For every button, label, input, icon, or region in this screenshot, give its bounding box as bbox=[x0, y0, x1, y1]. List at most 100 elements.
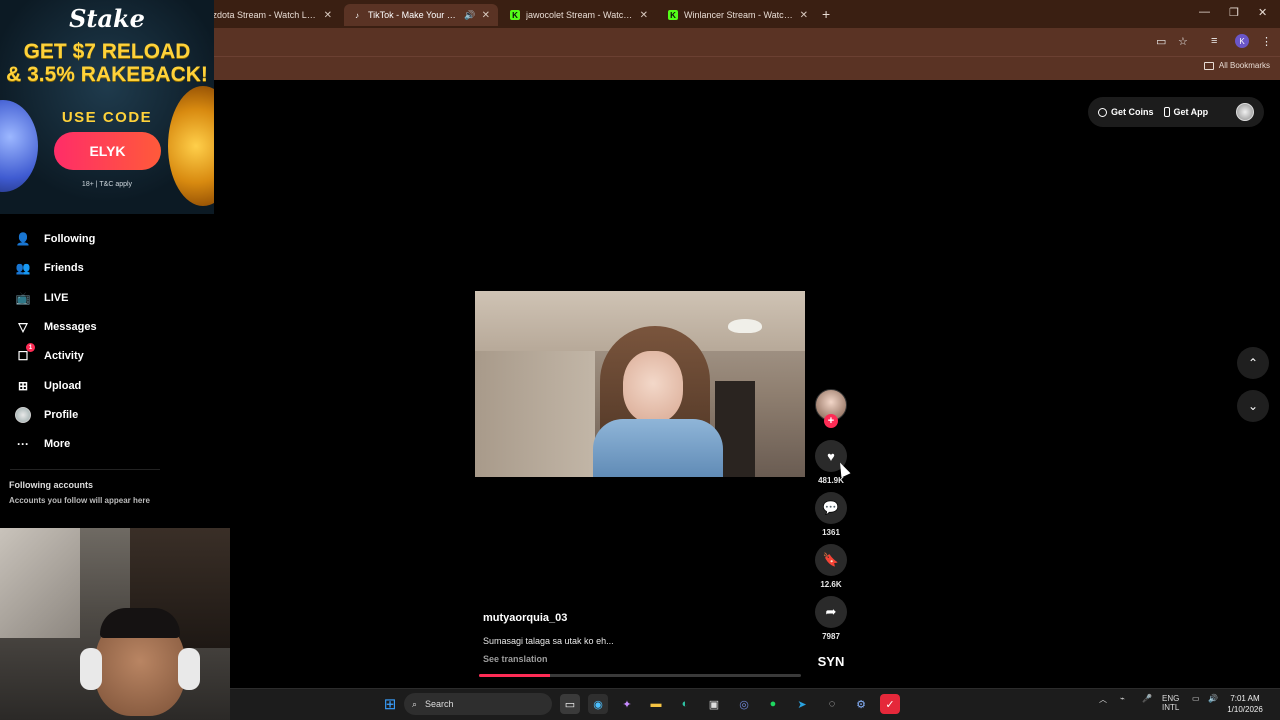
tab-title: kzdota Stream - Watch Live o bbox=[208, 10, 318, 20]
next-video-button[interactable]: ⌄ bbox=[1237, 390, 1269, 422]
sidebar-divider bbox=[10, 469, 160, 470]
video-player[interactable] bbox=[475, 291, 805, 477]
share-icon: ➦ bbox=[825, 604, 837, 619]
bookmark-icon: 🔖 bbox=[822, 552, 840, 567]
spotify-icon[interactable]: ● bbox=[763, 694, 783, 714]
follow-plus-icon[interactable]: + bbox=[824, 414, 838, 428]
language-indicator[interactable]: ENG INTL bbox=[1162, 694, 1179, 712]
volume-icon[interactable]: 🔊 bbox=[1208, 694, 1218, 703]
close-window-button[interactable]: ✕ bbox=[1258, 6, 1267, 19]
webcam-background bbox=[0, 528, 80, 638]
comment-button[interactable]: 💬 bbox=[815, 492, 847, 524]
close-icon[interactable]: ✕ bbox=[482, 10, 490, 21]
headphones bbox=[80, 648, 102, 690]
mic-icon[interactable]: 🎤 bbox=[1142, 694, 1152, 703]
headphones bbox=[178, 648, 200, 690]
tiktok-top-actions: Get Coins Get App bbox=[1088, 97, 1264, 127]
get-app-button[interactable]: Get App bbox=[1163, 107, 1209, 117]
tab-kzdota[interactable]: kzdota Stream - Watch Live o ✕ bbox=[200, 4, 340, 26]
discord-icon[interactable]: ◎ bbox=[734, 694, 754, 714]
tab-tiktok[interactable]: ♪ TikTok - Make Your Day 🔊 ✕ bbox=[344, 4, 498, 26]
live-icon: 📺 bbox=[15, 291, 31, 305]
all-bookmarks-button[interactable]: All Bookmarks bbox=[1203, 61, 1270, 70]
video-caption: Sumasagi talaga sa utak ko eh... bbox=[483, 636, 614, 646]
profile-avatar[interactable]: K bbox=[1235, 34, 1249, 48]
windows-start-icon[interactable]: ⊞ bbox=[380, 694, 400, 714]
task-view-icon[interactable]: ▭ bbox=[560, 694, 580, 714]
sidebar-item-label: More bbox=[44, 438, 71, 450]
video-progress-bar[interactable] bbox=[479, 674, 801, 677]
speaker-icon[interactable]: 🔊 bbox=[464, 10, 475, 21]
get-app-label: Get App bbox=[1173, 107, 1209, 117]
sidebar-item-label: Profile bbox=[44, 409, 79, 421]
comment-icon: 💬 bbox=[822, 500, 840, 515]
ad-use-code-label: USE CODE bbox=[61, 109, 153, 126]
search-label: Search bbox=[425, 699, 454, 709]
previous-video-button[interactable]: ⌃ bbox=[1237, 347, 1269, 379]
new-tab-button[interactable]: + bbox=[822, 6, 830, 22]
copilot-icon[interactable]: ✦ bbox=[617, 694, 637, 714]
close-icon[interactable]: ✕ bbox=[640, 10, 648, 21]
chevron-down-icon: ⌄ bbox=[1247, 399, 1259, 413]
screen: kzdota Stream - Watch Live o ✕ ♪ TikTok … bbox=[0, 0, 1280, 720]
tab-title: TikTok - Make Your Day bbox=[368, 10, 459, 20]
edge-icon[interactable]: ◐ bbox=[675, 694, 695, 714]
cast-icon[interactable]: ▭ bbox=[1156, 35, 1166, 48]
tab-jawocolet[interactable]: K jawocolet Stream - Watch Live o ✕ bbox=[502, 4, 656, 26]
display-icon[interactable]: ▭ bbox=[1192, 694, 1200, 703]
sidebar-item-label: Activity bbox=[44, 350, 84, 362]
save-button[interactable]: 🔖 bbox=[815, 544, 847, 576]
video-subject bbox=[623, 351, 683, 423]
bookmark-star-icon[interactable]: ☆ bbox=[1178, 35, 1188, 48]
sidebar-item-upload[interactable]: ⊞ Upload bbox=[14, 375, 81, 397]
close-icon[interactable]: ✕ bbox=[324, 10, 332, 21]
ad-code-button: ELYK bbox=[54, 132, 161, 170]
menu-kebab-icon[interactable]: ⋮ bbox=[1261, 35, 1272, 48]
following-accounts-title: Following accounts bbox=[9, 480, 94, 490]
obs-icon[interactable]: ◌ bbox=[822, 694, 842, 714]
sidebar-item-messages[interactable]: ▽ Messages bbox=[14, 316, 96, 338]
get-coins-button[interactable]: Get Coins bbox=[1098, 107, 1154, 117]
kick-icon: K bbox=[510, 10, 520, 20]
file-explorer-icon[interactable]: ▬ bbox=[646, 694, 666, 714]
mouse-cursor-icon bbox=[835, 460, 851, 478]
restore-button[interactable]: ❐ bbox=[1229, 6, 1239, 19]
comment-count: 1361 bbox=[822, 528, 840, 537]
store-icon[interactable]: ▣ bbox=[704, 694, 724, 714]
avatar[interactable] bbox=[1236, 103, 1254, 121]
ad-headline: GET $7 RELOAD & 3.5% RAKEBACK! bbox=[0, 40, 214, 86]
tab-winlancer[interactable]: K Winlancer Stream - Watch Live o ✕ bbox=[660, 4, 816, 26]
steam-icon[interactable]: ⚙ bbox=[851, 694, 871, 714]
sidebar-item-friends[interactable]: 👥 Friends bbox=[14, 257, 84, 279]
share-button[interactable]: ➦ bbox=[815, 596, 847, 628]
sidebar-item-label: Upload bbox=[44, 380, 82, 392]
taskbar-search[interactable]: ⌕ Search bbox=[404, 693, 552, 715]
app-icon[interactable]: ✓ bbox=[880, 694, 900, 714]
avatar bbox=[15, 407, 31, 423]
sidebar-item-more[interactable]: ··· More bbox=[14, 433, 70, 455]
video-subject bbox=[593, 419, 723, 477]
close-icon[interactable]: ✕ bbox=[800, 10, 808, 21]
telegram-icon[interactable]: ➤ bbox=[792, 694, 812, 714]
sidebar-item-following[interactable]: 👤 Following bbox=[14, 228, 96, 250]
taskbar-clock[interactable]: 7:01 AM 1/10/2026 bbox=[1222, 693, 1268, 715]
see-translation-link[interactable]: See translation bbox=[483, 654, 548, 664]
chrome-icon[interactable]: ◉ bbox=[588, 694, 608, 714]
minimize-button[interactable]: — bbox=[1199, 6, 1210, 18]
video-author[interactable]: mutyaorquia_03 bbox=[483, 612, 567, 624]
more-icon: ··· bbox=[17, 437, 29, 451]
share-count: 7987 bbox=[822, 632, 840, 641]
sound-disc[interactable]: SYN bbox=[811, 654, 851, 669]
clock-date: 1/10/2026 bbox=[1227, 705, 1263, 714]
streamer-hair bbox=[100, 608, 180, 638]
video-progress-fill bbox=[479, 674, 550, 677]
sidebar-item-profile[interactable]: Profile bbox=[14, 404, 78, 426]
sidebar-item-activity[interactable]: ☐ 1 Activity bbox=[14, 343, 84, 367]
kick-icon: K bbox=[668, 10, 678, 20]
video-scene bbox=[475, 351, 595, 477]
network-icon[interactable]: ⌁ bbox=[1120, 694, 1125, 703]
all-bookmarks-label: All Bookmarks bbox=[1218, 61, 1270, 70]
media-queue-icon[interactable]: ≡ bbox=[1211, 35, 1217, 47]
sidebar-item-live[interactable]: 📺 LIVE bbox=[14, 287, 69, 309]
tray-overflow-icon[interactable]: ︿ bbox=[1099, 694, 1107, 705]
